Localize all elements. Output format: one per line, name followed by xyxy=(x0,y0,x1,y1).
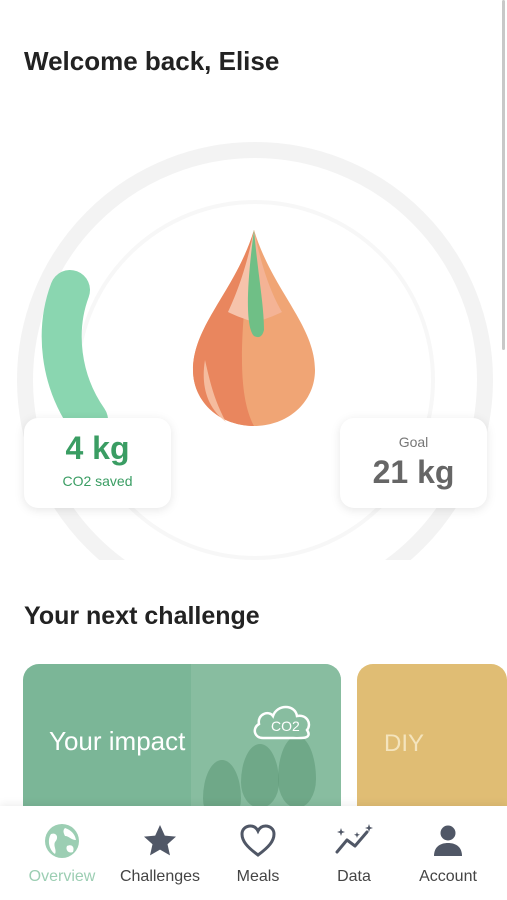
tab-account-label: Account xyxy=(419,868,477,885)
tab-overview-label: Overview xyxy=(28,868,96,885)
challenge-title: DIY xyxy=(384,730,425,757)
sparkle-chart-icon xyxy=(304,822,404,860)
leaf-drop-icon xyxy=(193,230,315,426)
tab-account[interactable]: Account xyxy=(398,822,498,886)
tab-data-label: Data xyxy=(337,868,371,885)
person-icon xyxy=(398,822,498,860)
challenge-title: Your impact xyxy=(49,726,186,756)
challenge-card-impact[interactable]: Your impact CO2 xyxy=(23,664,341,824)
heart-icon xyxy=(208,822,308,860)
tab-challenges[interactable]: Challenges xyxy=(110,822,210,886)
tab-challenges-label: Challenges xyxy=(119,868,201,885)
greeting-prefix: Welcome back, xyxy=(24,46,219,76)
star-icon xyxy=(110,822,210,860)
tab-data[interactable]: Data xyxy=(304,822,404,886)
bottom-tab-bar: Overview Challenges Meals Data Account xyxy=(0,806,507,900)
section-title-rest: next challenge xyxy=(79,602,260,630)
tab-overview[interactable]: Overview xyxy=(12,822,112,886)
co2-badge-text: CO2 xyxy=(271,718,300,734)
co2-saved-value: 4 kg xyxy=(65,430,130,466)
goal-card: Goal 21 kg xyxy=(340,418,487,508)
co2-saved-label: CO2 saved xyxy=(62,473,133,489)
goal-label: Goal xyxy=(398,434,429,450)
welcome-heading: Welcome back, Elise xyxy=(24,46,279,77)
section-title: Your next challenge xyxy=(24,602,260,631)
goal-value: 21 kg xyxy=(372,454,455,490)
co2-cloud-icon: CO2 xyxy=(253,705,311,740)
user-name: Elise xyxy=(218,46,280,76)
tab-meals[interactable]: Meals xyxy=(208,822,308,886)
section-title-strong: Your xyxy=(24,602,80,630)
globe-icon xyxy=(12,822,112,860)
co2-saved-card: 4 kg CO2 saved xyxy=(24,418,171,508)
challenge-card-diy[interactable]: DIY xyxy=(357,664,507,824)
tab-meals-label: Meals xyxy=(236,868,280,885)
